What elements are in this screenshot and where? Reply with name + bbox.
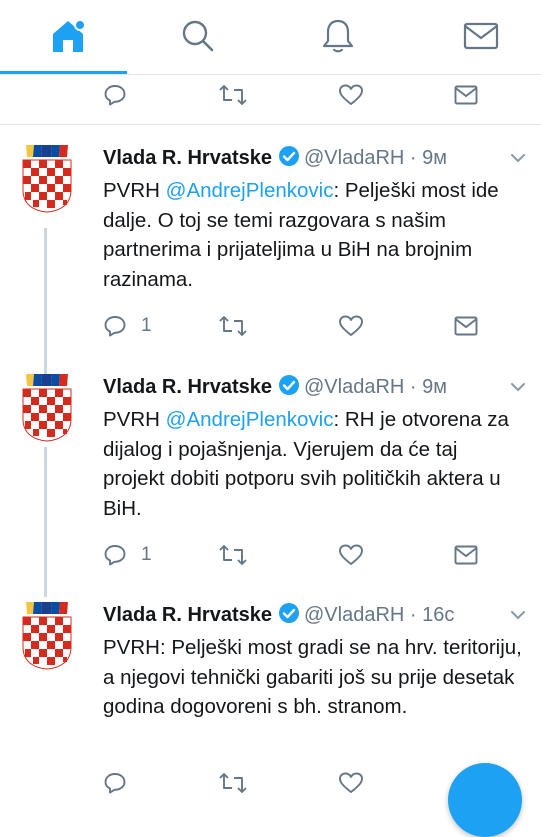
reply-icon (104, 773, 126, 794)
envelope-icon (454, 316, 478, 336)
retweet-button[interactable] (218, 80, 248, 110)
top-navigation-bar (0, 0, 541, 76)
messages-envelope-icon (463, 22, 498, 50)
verified-badge-icon (278, 375, 299, 395)
avatar[interactable] (20, 143, 74, 213)
retweet-icon (219, 773, 247, 793)
tweet-divider (0, 124, 541, 125)
timestamp[interactable]: 9м (422, 376, 447, 398)
like-button[interactable] (338, 80, 364, 110)
tweet-header: Vlada R. Hrvatske @VladaRH · 16с (103, 600, 503, 630)
text-prefix: PVRH (103, 408, 166, 431)
verified-badge-icon (278, 146, 299, 166)
tab-home[interactable] (0, 0, 135, 72)
reply-count: 1 (141, 544, 152, 565)
chevron-down-icon[interactable] (509, 378, 527, 396)
tweet-actions (103, 768, 483, 798)
like-button[interactable] (338, 768, 364, 798)
verified-badge-icon (278, 603, 299, 623)
username-handle[interactable]: @VladaRH (304, 376, 404, 398)
display-name[interactable]: Vlada R. Hrvatske (103, 604, 272, 626)
envelope-icon (454, 545, 478, 565)
display-name[interactable]: Vlada R. Hrvatske (103, 147, 272, 169)
direct-message-button[interactable] (454, 311, 478, 341)
like-button[interactable] (338, 540, 364, 570)
retweet-button[interactable] (218, 540, 248, 570)
tab-notifications[interactable] (270, 0, 405, 72)
timestamp[interactable]: 16с (422, 604, 454, 626)
reply-button[interactable] (103, 768, 127, 798)
heart-icon (339, 772, 363, 793)
separator-dot: · (404, 376, 423, 398)
heart-icon (339, 315, 363, 336)
tweet-text: PVRH @AndrejPlenkovic: RH je otvorena za… (103, 405, 523, 523)
retweet-icon (219, 545, 247, 565)
display-name[interactable]: Vlada R. Hrvatske (103, 376, 272, 398)
username-handle[interactable]: @VladaRH (304, 604, 404, 626)
reply-button[interactable]: 1 (103, 311, 152, 341)
tweet-actions-previous (103, 80, 483, 110)
direct-message-button[interactable] (454, 80, 478, 110)
avatar[interactable] (20, 600, 74, 670)
tweet-header: Vlada R. Hrvatske @VladaRH · 9м (103, 372, 503, 402)
retweet-icon (219, 85, 247, 105)
reply-button[interactable] (103, 80, 127, 110)
tweet-text: PVRH @AndrejPlenkovic: Pelješki most ide… (103, 176, 523, 294)
heart-icon (339, 544, 363, 565)
separator-dot: · (404, 604, 423, 626)
reply-icon (104, 316, 126, 337)
tweet-actions: 1 (103, 311, 483, 341)
reply-button[interactable]: 1 (103, 540, 152, 570)
mention-link[interactable]: @AndrejPlenkovic (166, 408, 334, 431)
mention-link[interactable]: @AndrejPlenkovic (166, 179, 334, 202)
chevron-down-icon[interactable] (509, 606, 527, 624)
direct-message-button[interactable] (454, 540, 478, 570)
avatar[interactable] (20, 372, 74, 442)
compose-tweet-button[interactable] (448, 763, 522, 837)
timestamp[interactable]: 9м (422, 147, 447, 169)
search-icon (182, 20, 213, 52)
envelope-icon (454, 85, 478, 105)
nav-divider (0, 74, 541, 75)
text-prefix: PVRH (103, 179, 166, 202)
reply-icon (104, 545, 126, 566)
retweet-icon (219, 316, 247, 336)
tab-search[interactable] (130, 0, 265, 72)
heart-icon (339, 84, 363, 105)
tab-messages[interactable] (413, 0, 541, 72)
retweet-button[interactable] (218, 768, 248, 798)
tweet-card[interactable]: Vlada R. Hrvatske @VladaRH · 16с PVRH: Pe… (0, 600, 541, 780)
reply-count: 1 (141, 315, 152, 336)
tweet-text: PVRH: Pelješki most gradi se na hrv. ter… (103, 633, 523, 722)
like-button[interactable] (338, 311, 364, 341)
tweet-actions: 1 (103, 540, 483, 570)
home-icon (52, 19, 86, 52)
username-handle[interactable]: @VladaRH (304, 147, 404, 169)
separator-dot: · (404, 147, 423, 169)
text-body: PVRH: Pelješki most gradi se na hrv. ter… (103, 636, 522, 718)
notifications-bell-icon (322, 19, 353, 53)
chevron-down-icon[interactable] (509, 149, 527, 167)
reply-icon (104, 85, 126, 106)
tweet-header: Vlada R. Hrvatske @VladaRH · 9м (103, 143, 503, 173)
retweet-button[interactable] (218, 311, 248, 341)
